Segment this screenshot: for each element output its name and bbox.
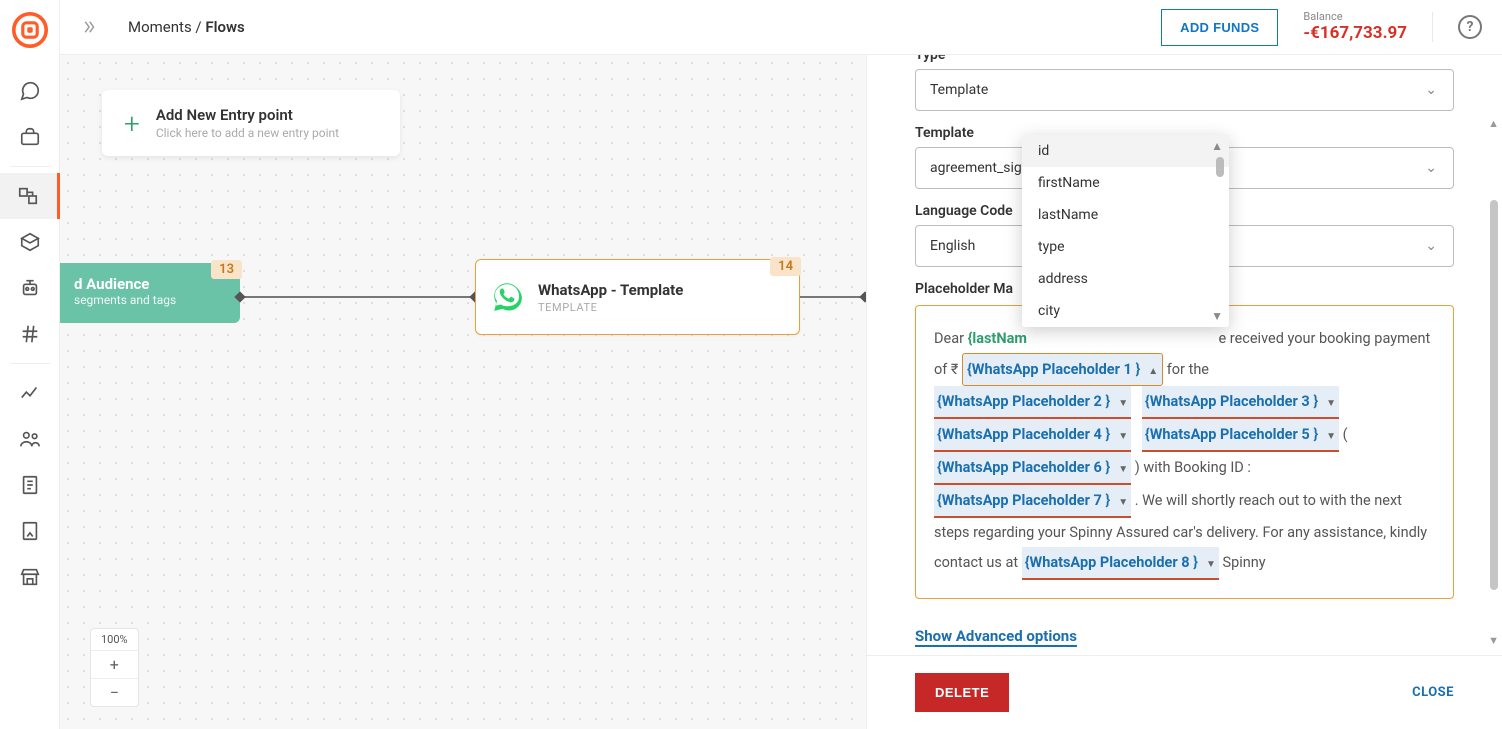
- type-select[interactable]: Template⌄: [915, 69, 1454, 111]
- topbar: Moments / Flows ADD FUNDS Balance -€167,…: [60, 0, 1502, 55]
- chevron-down-icon: ⌄: [1425, 238, 1437, 254]
- caret-down-icon: ▼: [1206, 559, 1216, 570]
- panel-footer: DELETE CLOSE: [867, 655, 1502, 729]
- balance-value: -€167,733.97: [1303, 23, 1407, 43]
- scroll-down-icon[interactable]: ▼: [1211, 309, 1223, 323]
- placeholder-7[interactable]: {WhatsApp Placeholder 7 }▼: [934, 485, 1131, 518]
- plus-icon: +: [124, 107, 140, 140]
- whatsapp-node-subtitle: TEMPLATE: [538, 301, 683, 314]
- caret-down-icon: ▼: [1118, 398, 1128, 409]
- nav-analytics-icon[interactable]: [0, 370, 60, 416]
- caret-down-icon: ▼: [1118, 464, 1128, 475]
- panel-scroll-up-icon[interactable]: ▲: [1488, 117, 1499, 130]
- nav-robot-icon[interactable]: [0, 265, 60, 311]
- zoom-in-button[interactable]: +: [91, 651, 138, 678]
- dropdown-item-id[interactable]: id: [1022, 135, 1229, 167]
- entry-title: Add New Entry point: [156, 106, 339, 124]
- add-funds-button[interactable]: ADD FUNDS: [1161, 9, 1278, 46]
- dropdown-scrollbar-thumb[interactable]: [1216, 157, 1224, 177]
- dropdown-item-lastname[interactable]: lastName: [1022, 199, 1229, 231]
- whatsapp-badge: 14: [770, 257, 801, 276]
- caret-down-icon: ▼: [1118, 431, 1128, 442]
- delete-button[interactable]: DELETE: [915, 673, 1009, 712]
- nav-separator: [10, 363, 50, 364]
- nav-doc-icon[interactable]: [0, 462, 60, 508]
- type-label: Type: [915, 55, 1454, 63]
- placeholder-1[interactable]: {WhatsApp Placeholder 1 }▲: [962, 353, 1163, 386]
- audience-node-subtitle: segments and tags: [74, 293, 226, 307]
- zoom-out-button[interactable]: −: [91, 678, 138, 706]
- breadcrumb[interactable]: Moments / Flows: [128, 18, 245, 36]
- flow-canvas[interactable]: + Add New Entry point Click here to add …: [60, 55, 866, 729]
- scroll-up-icon[interactable]: ▲: [1211, 139, 1223, 153]
- caret-up-icon: ▲: [1148, 366, 1158, 377]
- chevron-down-icon: ⌄: [1425, 82, 1437, 98]
- nav-flows-icon[interactable]: [0, 173, 60, 219]
- nav-chat-icon[interactable]: [0, 68, 60, 114]
- nav-people-icon[interactable]: [0, 416, 60, 462]
- placeholder-3[interactable]: {WhatsApp Placeholder 3 }▼: [1142, 386, 1339, 419]
- close-button[interactable]: CLOSE: [1412, 685, 1454, 700]
- placeholder-2[interactable]: {WhatsApp Placeholder 2 }▼: [934, 386, 1131, 419]
- balance-display: Balance -€167,733.97: [1303, 10, 1407, 44]
- breadcrumb-current: Flows: [205, 18, 244, 36]
- expand-icon[interactable]: [80, 18, 98, 36]
- brand-logo: [12, 12, 48, 48]
- placeholder-mapping-box: Dear {lastNam e received your booking pa…: [915, 305, 1454, 599]
- show-advanced-options-link[interactable]: Show Advanced options: [915, 627, 1077, 647]
- caret-down-icon: ▼: [1118, 497, 1128, 508]
- caret-down-icon: ▼: [1326, 398, 1336, 409]
- placeholder-lastname[interactable]: {lastNam: [968, 330, 1027, 347]
- placeholder-4[interactable]: {WhatsApp Placeholder 4 }▼: [934, 419, 1131, 452]
- panel-scroll-down-icon[interactable]: ▼: [1488, 634, 1499, 647]
- nav-briefcase-icon[interactable]: [0, 114, 60, 160]
- nav-hash-icon[interactable]: [0, 311, 60, 357]
- panel-scrollbar-thumb[interactable]: [1490, 200, 1498, 590]
- add-entry-point-card[interactable]: + Add New Entry point Click here to add …: [102, 90, 400, 156]
- zoom-controls: 100% + −: [90, 628, 139, 707]
- whatsapp-icon: [490, 280, 524, 314]
- left-nav: [0, 0, 60, 729]
- side-panel: Type Template⌄ Template agreement_sig⌄ L…: [866, 55, 1502, 729]
- zoom-percent: 100%: [91, 629, 138, 651]
- placeholder-8[interactable]: {WhatsApp Placeholder 8 }▼: [1022, 547, 1219, 580]
- breadcrumb-root: Moments: [128, 18, 192, 36]
- nav-package-icon[interactable]: [0, 219, 60, 265]
- nav-separator: [10, 166, 50, 167]
- placeholder-field-dropdown[interactable]: ▲ id firstName lastName type address cit…: [1022, 135, 1229, 327]
- placeholder-5[interactable]: {WhatsApp Placeholder 5 }▼: [1142, 419, 1339, 452]
- whatsapp-node-title: WhatsApp - Template: [538, 281, 683, 299]
- dropdown-item-type[interactable]: type: [1022, 231, 1229, 263]
- dropdown-item-firstname[interactable]: firstName: [1022, 167, 1229, 199]
- help-icon[interactable]: ?: [1458, 15, 1482, 39]
- dropdown-item-city[interactable]: city: [1022, 295, 1229, 327]
- entry-subtitle: Click here to add a new entry point: [156, 126, 339, 140]
- audience-node-title: d Audience: [74, 275, 226, 293]
- placeholder-6[interactable]: {WhatsApp Placeholder 6 }▼: [934, 452, 1131, 485]
- caret-down-icon: ▼: [1326, 431, 1336, 442]
- nav-store-icon[interactable]: [0, 554, 60, 600]
- balance-label: Balance: [1303, 10, 1407, 23]
- divider: [1432, 12, 1433, 42]
- audience-badge: 13: [211, 260, 242, 279]
- nav-flag-icon[interactable]: [0, 508, 60, 554]
- chevron-down-icon: ⌄: [1425, 160, 1437, 176]
- audience-node[interactable]: 13 d Audience segments and tags: [60, 263, 240, 323]
- dropdown-item-address[interactable]: address: [1022, 263, 1229, 295]
- connector-out-line: [800, 296, 865, 298]
- whatsapp-template-node[interactable]: 14 WhatsApp - Template TEMPLATE: [475, 259, 800, 335]
- connector-line: [240, 296, 475, 298]
